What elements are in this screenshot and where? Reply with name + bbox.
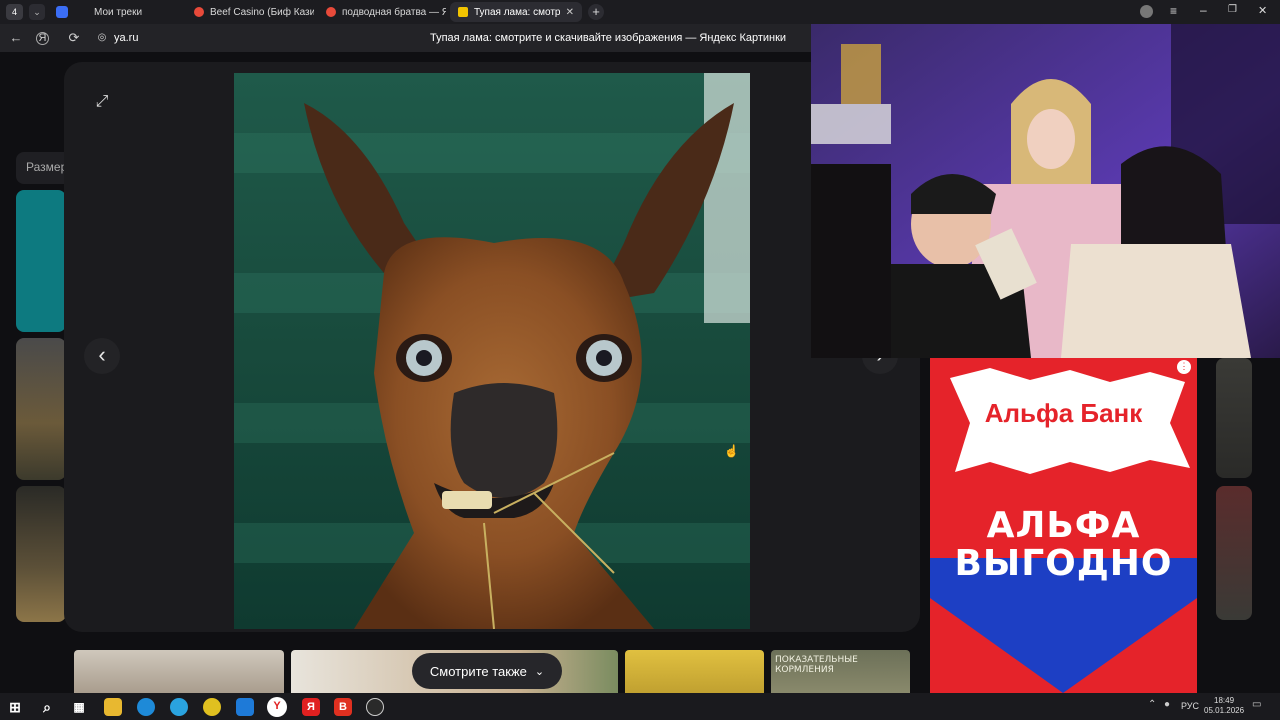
webcam-overlay [811,24,1280,358]
warning-app-icon[interactable] [203,698,221,716]
webcam-video [811,24,1280,358]
tab-favicon-icon [458,7,468,17]
ad-brand-text: Альфа Банк [984,398,1143,428]
file-explorer-icon[interactable] [104,698,122,716]
tab-pinned[interactable] [56,6,68,18]
see-also-label: Смотрите также [429,663,527,679]
ad-headline-line-1: АЛЬФА [986,505,1141,546]
start-icon[interactable]: ⊞ [6,698,24,716]
see-also-button[interactable]: Смотрите также ⌄ [412,653,562,689]
tab-label: подводная братва — Янд [342,6,446,18]
tab-favicon-icon [326,7,336,17]
search-icon[interactable]: ⌕ [38,698,56,716]
llama-image [234,73,750,629]
back-icon[interactable]: ← [8,30,24,46]
browser-tab-bar: 4 ⌄ Мои треки Beef Casino (Биф Казино) п… [0,0,1280,24]
tab-favicon-icon [194,7,204,17]
snipping-tool-icon[interactable] [236,698,254,716]
page-title: Тупая лама: смотрите и скачивайте изобра… [430,32,787,44]
result-thumbnail[interactable] [16,486,66,622]
size-filter-label: Размер [26,160,68,174]
close-tab-icon[interactable]: ✕ [566,7,574,18]
previous-image-button[interactable]: ‹ [84,338,120,374]
new-tab-button[interactable]: + [588,4,604,20]
reload-icon[interactable]: ⟳ [66,30,82,46]
clock-date[interactable]: 05.01.2026 [1204,706,1244,715]
task-view-icon[interactable]: ▦ [70,698,88,716]
result-thumbnail[interactable] [1216,486,1252,620]
fullscreen-icon[interactable]: ⤢ [90,90,114,114]
tab-underwater-gang[interactable]: подводная братва — Янд [318,2,446,22]
url-domain[interactable]: ya.ru [114,32,138,44]
yandex-home-icon[interactable]: Я [36,32,49,45]
alfa-bank-ad[interactable]: Альфа Банк ⋮ АЛЬФА ВЫГОДНО [930,358,1197,693]
tab-label: Мои треки [94,6,143,18]
yandex-browser-icon[interactable]: Y [267,697,287,717]
yandex-icon[interactable]: Я [302,698,320,716]
profile-icon[interactable] [1140,5,1153,18]
site-security-icon[interactable]: ◎ [94,30,110,46]
related-image-thumbnail[interactable] [74,650,284,694]
mouse-cursor-icon: ☝ [724,444,739,458]
related-image-thumbnail[interactable] [625,650,764,694]
maximize-icon[interactable]: ❐ [1228,4,1237,15]
result-thumbnail[interactable] [16,338,66,480]
tabs-menu-icon[interactable]: ⌄ [29,4,45,20]
tab-label: Тупая лама: смотрите [474,6,560,18]
chevron-down-icon: ⌄ [534,665,545,678]
close-window-icon[interactable]: ✕ [1258,4,1267,17]
llama-photo [234,73,750,629]
tab-my-tracks[interactable]: Мои треки [86,2,182,22]
tab-llama-images[interactable]: Тупая лама: смотрите ✕ [450,2,582,22]
clock-time[interactable]: 18:49 [1214,696,1234,705]
windows-taskbar: ⊞ ⌕ ▦ Y Я B ⌃ ● РУС 18:49 05.01.2026 ▭ [0,693,1280,720]
menu-icon[interactable]: ≡ [1170,4,1177,18]
microphone-icon[interactable]: ● [1164,699,1170,710]
tray-chevron-icon[interactable]: ⌃ [1148,699,1156,710]
result-thumbnail[interactable] [1216,358,1252,478]
ad-headline-line-2: ВЫГОДНО [954,543,1173,584]
b-app-icon[interactable]: B [334,698,352,716]
tab-beef-casino[interactable]: Beef Casino (Биф Казино) [186,2,314,22]
obs-icon[interactable] [366,698,384,716]
language-indicator[interactable]: РУС [1181,701,1199,711]
ad-menu-icon[interactable]: ⋮ [1177,360,1191,374]
notifications-icon[interactable]: ▭ [1252,699,1261,710]
tab-label: Beef Casino (Биф Казино) [210,6,314,18]
minimize-icon[interactable]: – [1200,3,1207,17]
result-thumbnail[interactable] [16,190,66,332]
ad-headline: АЛЬФА ВЫГОДНО [930,508,1197,582]
thumb-caption: ПОКАЗАТЕЛЬНЫЕ КОРМЛЕНИЯ [775,655,858,675]
browser-logo-icon[interactable]: 4 [6,4,23,20]
telegram-icon[interactable] [170,698,188,716]
related-image-thumbnail[interactable]: ПОКАЗАТЕЛЬНЫЕ КОРМЛЕНИЯ [771,650,910,694]
edge-icon[interactable] [137,698,155,716]
